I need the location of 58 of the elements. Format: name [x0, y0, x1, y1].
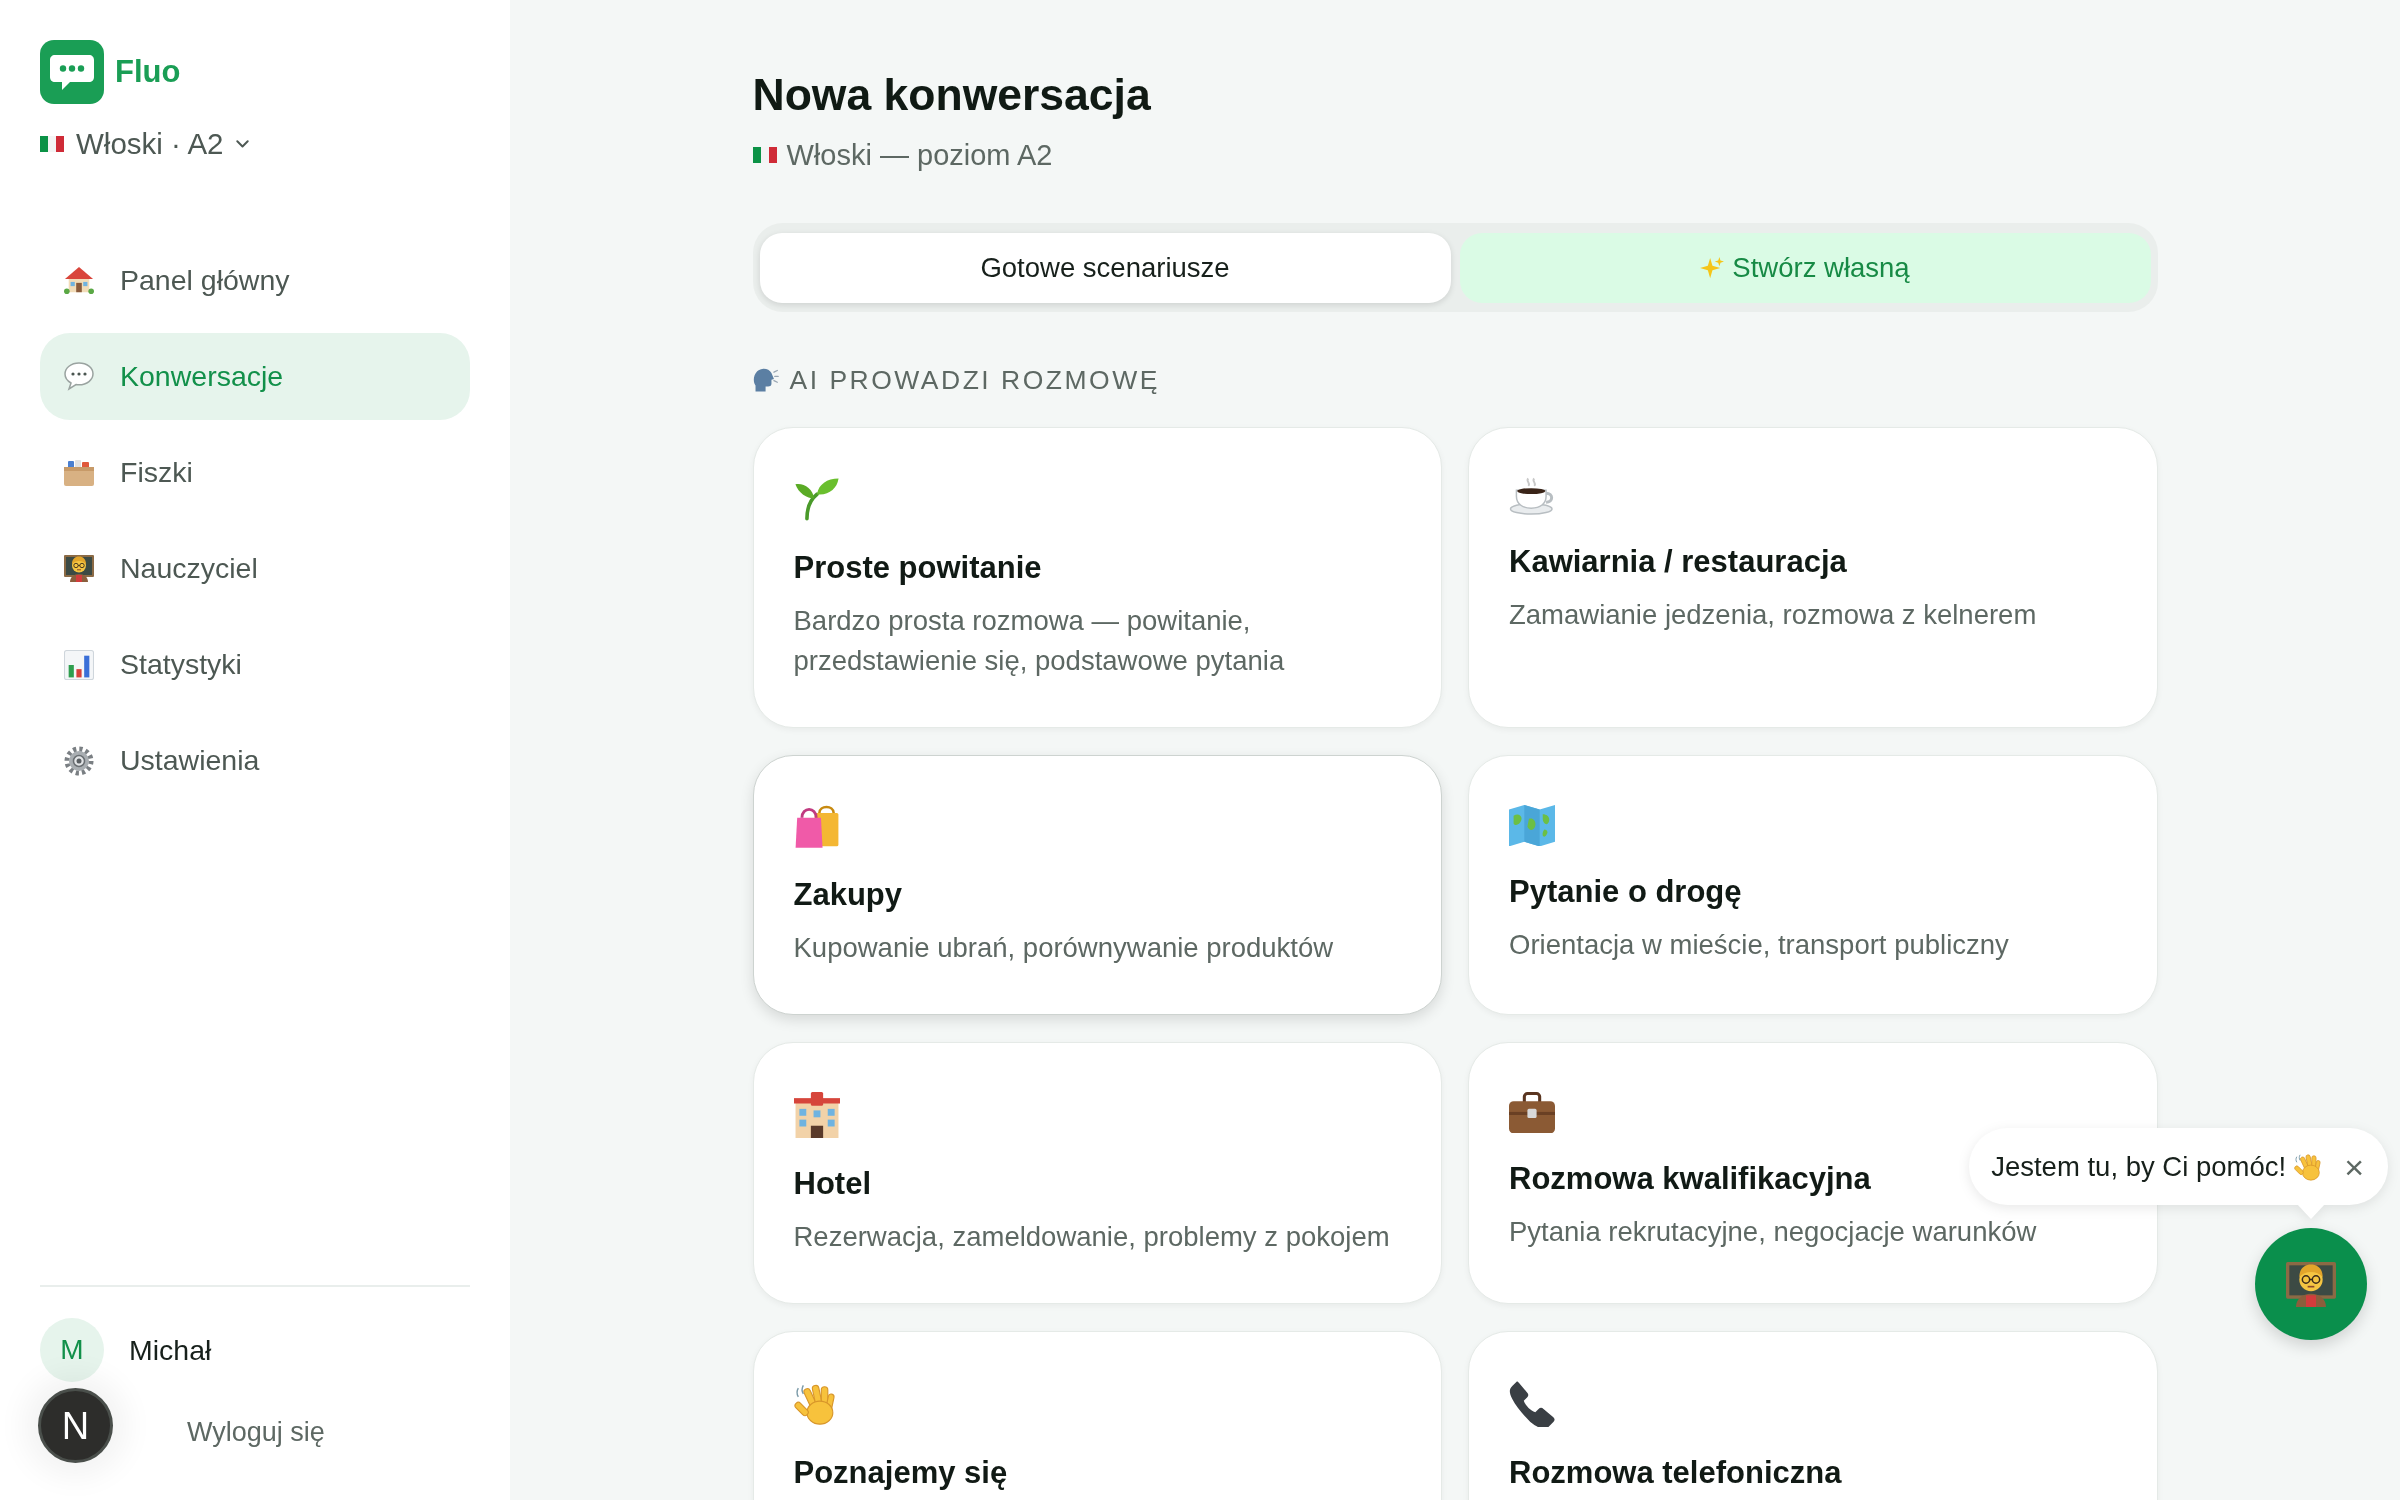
nav-item[interactable]: Statystyki	[40, 621, 470, 708]
telephone-icon	[1509, 1381, 1555, 1427]
close-button[interactable]: ×	[2342, 1149, 2366, 1184]
card-title: Pytanie o drogę	[1509, 873, 1742, 911]
logout-button[interactable]: Wyloguj się	[171, 1404, 341, 1460]
card-description: Bardzo prosta rozmowa — powitanie, przedstawienie się, podstawowe pytania	[793, 603, 1286, 678]
scenario-card[interactable]: Hotel Rezerwacja, zameldowanie, problemy z pokojem	[752, 1042, 1442, 1304]
sprout-icon	[793, 477, 840, 522]
card-title: Rozmowa telefoniczna	[1509, 1454, 1842, 1492]
nav-item[interactable]: Fiszki	[40, 429, 470, 516]
card-description: Orientacja w mieście, transport publiczny	[1509, 928, 2009, 962]
card-box-icon	[64, 459, 94, 486]
teacher-icon	[64, 555, 94, 582]
shopping-bags-icon	[793, 804, 840, 849]
user-avatar: M	[40, 1318, 104, 1382]
app-logo-icon	[40, 40, 104, 104]
card-title: Proste powitanie	[793, 548, 1042, 587]
settings-icon	[64, 745, 94, 776]
tab[interactable]: Gotowe scenariusze	[759, 233, 1451, 303]
page-title: Nowa konwersacja	[752, 69, 1151, 121]
chevron-down-icon	[235, 139, 249, 149]
page-subtitle: Włoski — poziom A2	[786, 138, 1053, 172]
card-title: Kawiarnia / restauracja	[1509, 542, 1847, 581]
italy-flag-icon	[752, 147, 777, 163]
card-title: Poznajemy się	[793, 1454, 1008, 1492]
tab[interactable]: Stwórz własną	[1459, 233, 2151, 303]
hotel-icon	[793, 1092, 840, 1138]
map-icon	[1509, 804, 1555, 846]
scenario-card[interactable]: Proste powitanie Bardzo prosta rozmowa — powitanie, przedstawienie się, podstawowe pytania	[752, 427, 1442, 728]
italy-flag-icon	[40, 136, 64, 152]
user-name: Michał	[129, 1333, 212, 1367]
scenario-card[interactable]: Poznajemy się	[752, 1331, 1442, 1500]
card-title: Hotel	[793, 1165, 871, 1203]
scenario-card[interactable]: Zakupy Kupowanie ubrań, porównywanie produktów	[752, 754, 1442, 1015]
scenario-card[interactable]: Rozmowa telefoniczna	[1468, 1331, 2158, 1500]
card-description: Kupowanie ubrań, porównywanie produktów	[793, 931, 1334, 965]
coffee-cup-icon	[1509, 477, 1555, 516]
speech-bubble-icon	[64, 362, 94, 391]
nav-item[interactable]: Panel główny	[40, 237, 470, 324]
card-title: Rozmowa kwalifikacyjna	[1509, 1160, 1871, 1199]
card-description: Rezerwacja, zameldowanie, problemy z pokojem	[793, 1220, 1390, 1254]
briefcase-icon	[1509, 1092, 1555, 1134]
teacher-icon	[2286, 1261, 2336, 1307]
nav-item[interactable]: Konwersacje	[40, 333, 470, 420]
app-name: Fluo	[115, 54, 181, 90]
scenario-card[interactable]: Pytanie o drogę Orientacja w mieście, transport publiczny	[1468, 754, 2158, 1015]
card-description: Pytania rekrutacyjne, negocjacje warunków	[1509, 1215, 2037, 1250]
card-description: Zamawianie jedzenia, rozmowa z kelnerem	[1509, 597, 2037, 632]
speaking-head-icon	[752, 367, 779, 393]
scenario-card[interactable]: Kawiarnia / restauracja Zamawianie jedzenia, rozmowa z kelnerem	[1468, 427, 2158, 728]
bar-chart-icon	[64, 649, 94, 680]
house-icon	[64, 266, 94, 295]
language-selector[interactable]: Włoski · A2	[40, 127, 249, 161]
sparkle-icon	[1700, 257, 1725, 279]
section-heading: AI PROWADZI ROZMOWĘ	[789, 364, 1160, 397]
nav-item[interactable]: Ustawienia	[40, 717, 470, 804]
card-title: Zakupy	[793, 876, 903, 914]
nav-item[interactable]: Nauczyciel	[40, 525, 470, 612]
